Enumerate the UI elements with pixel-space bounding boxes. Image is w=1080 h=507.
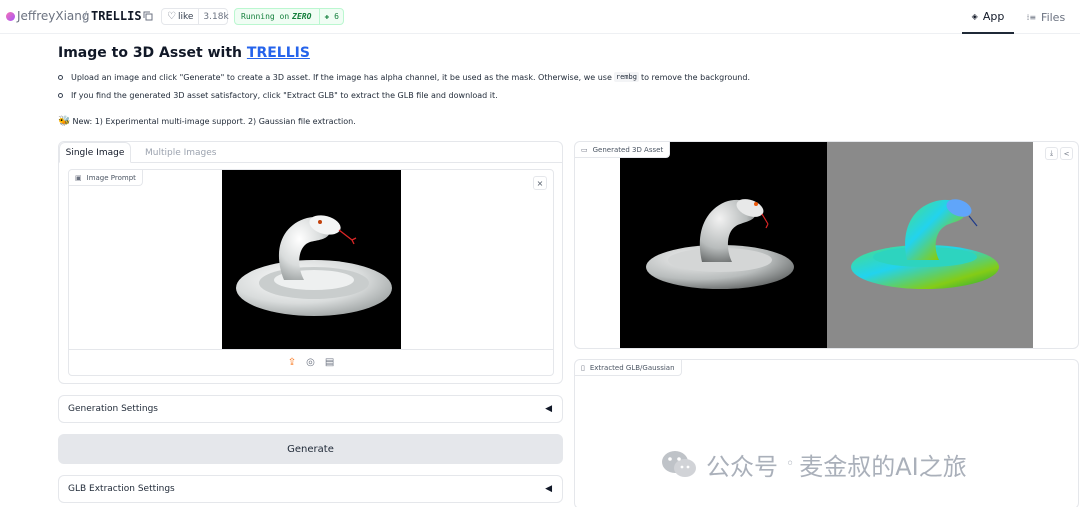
instruction-1: Upload an image and click "Generate" to … [58, 72, 750, 82]
tabs-divider [59, 162, 562, 163]
instruction-1-tail: to remove the background. [640, 72, 750, 82]
rendered-snake-normals [851, 199, 999, 289]
image-source-toolbar: ⇪ ◎ ▤ [69, 349, 553, 375]
webcam-icon[interactable]: ◎ [306, 357, 315, 368]
news-text: New: 1) Experimental multi-image support… [72, 117, 356, 126]
rendered-color-view[interactable] [620, 142, 827, 348]
watermark-separator: ◦ [786, 456, 795, 472]
generation-settings-label: Generation Settings [68, 404, 158, 414]
heart-icon: ♡ [167, 11, 176, 22]
trellis-link[interactable]: TRELLIS [247, 45, 310, 61]
image-prompt-dropzone[interactable]: ▣ Image Prompt × ⇪ ◎ ▤ [68, 169, 554, 376]
extracted-glb-label: ▯ Extracted GLB/Gaussian [575, 360, 682, 376]
generated-3d-asset-label-text: Generated 3D Asset [592, 145, 664, 154]
image-prompt-label-text: Image Prompt [86, 173, 136, 182]
generate-button[interactable]: Generate [58, 434, 563, 464]
glb-extraction-settings-accordion[interactable]: GLB Extraction Settings ◀ [58, 475, 563, 503]
top-bar: JeffreyXiang / TRELLIS ♡ like 3.18k Runn… [0, 0, 1080, 34]
status-badge[interactable]: Running on ZERO ✚ 6 [234, 8, 344, 25]
files-icon: ⁞≡ [1026, 12, 1037, 22]
instruction-2: If you find the generated 3D asset satis… [58, 91, 498, 100]
like-button[interactable]: ♡ like 3.18k [161, 8, 229, 25]
tab-files[interactable]: ⁞≡ Files [1022, 0, 1070, 34]
owner-avatar[interactable] [6, 12, 15, 21]
close-icon[interactable]: × [533, 176, 547, 190]
watermark: 公众号 ◦ 麦金叔的AI之旅 [660, 446, 967, 482]
extracted-glb-label-text: Extracted GLB/Gaussian [589, 363, 675, 372]
tab-app[interactable]: ◈ App [962, 0, 1014, 34]
status-text: Running on [241, 12, 290, 21]
status-extra-count: 6 [334, 12, 339, 21]
tab-files-label: Files [1041, 10, 1066, 24]
repo-name[interactable]: TRELLIS [91, 9, 142, 23]
bullet-dot [58, 74, 63, 80]
watermark-author: 麦金叔的AI之旅 [799, 452, 967, 481]
page-title-text: Image to 3D Asset with [58, 45, 247, 61]
tab-app-label: App [982, 9, 1005, 23]
wechat-icon [662, 451, 696, 477]
clipboard-icon[interactable]: ▤ [325, 357, 334, 368]
input-tabs: Single Image Multiple Images ▣ Image Pro… [58, 141, 563, 384]
preview-actions: ⤓ < [1045, 147, 1073, 160]
rembg-code: rembg [613, 72, 639, 82]
snake-image [222, 170, 401, 349]
image-icon: ▣ [75, 173, 82, 182]
like-count: 3.18k [198, 9, 229, 24]
tab-single-image[interactable]: Single Image [59, 142, 131, 163]
owner-link[interactable]: JeffreyXiang [17, 9, 89, 23]
extracted-glb-panel: ▯ Extracted GLB/Gaussian [574, 359, 1079, 507]
status-hardware: ZERO [292, 12, 312, 21]
watermark-text: 公众号 [706, 452, 778, 481]
generation-settings-accordion[interactable]: Generation Settings ◀ [58, 395, 563, 423]
glb-settings-label: GLB Extraction Settings [68, 484, 175, 494]
tab-multiple-images[interactable]: Multiple Images [145, 142, 217, 163]
instruction-2-text: If you find the generated 3D asset satis… [71, 91, 498, 100]
share-icon[interactable]: < [1060, 147, 1073, 160]
bee-icon: 🐝 [58, 116, 71, 127]
bullet-dot [58, 93, 63, 98]
rendered-normal-view[interactable] [827, 142, 1033, 348]
generated-3d-asset-panel: ▭ Generated 3D Asset ⤓ < [574, 141, 1079, 349]
image-prompt-label: ▣ Image Prompt [69, 170, 143, 186]
download-icon[interactable]: ⤓ [1045, 147, 1058, 160]
rendered-snake-color [646, 199, 794, 289]
upload-icon[interactable]: ⇪ [288, 357, 296, 368]
news-line: 🐝 New: 1) Experimental multi-image suppo… [58, 116, 356, 127]
instruction-1-text: Upload an image and click "Generate" to … [71, 72, 612, 82]
copy-icon[interactable] [143, 11, 153, 21]
path-separator: / [83, 9, 88, 23]
like-label: like [177, 11, 194, 22]
cube-icon: ◈ [971, 11, 978, 21]
file-icon: ▯ [581, 363, 585, 372]
status-extra: ✚ 6 [319, 9, 339, 24]
caret-left-icon: ◀ [545, 404, 552, 414]
plus-icon: ✚ [324, 12, 335, 21]
video-icon: ▭ [581, 145, 588, 154]
generated-3d-asset-label: ▭ Generated 3D Asset [575, 142, 671, 158]
caret-left-icon: ◀ [545, 484, 552, 494]
page-title: Image to 3D Asset with TRELLIS [58, 45, 310, 61]
